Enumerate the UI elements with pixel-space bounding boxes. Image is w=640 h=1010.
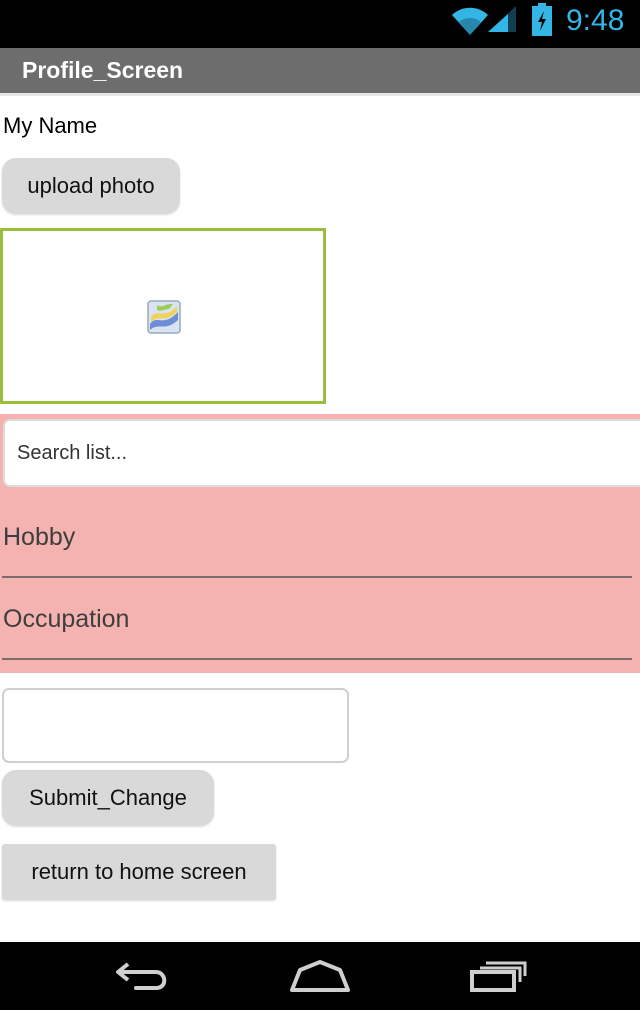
name-label: My Name	[3, 113, 98, 138]
recent-apps-icon[interactable]	[468, 958, 528, 999]
return-home-button[interactable]: return to home screen	[2, 844, 276, 900]
navigation-bar	[0, 942, 640, 1010]
upload-photo-button[interactable]: upload photo	[2, 158, 180, 214]
submit-change-button[interactable]: Submit_Change	[2, 770, 214, 826]
battery-icon	[531, 3, 553, 42]
list-item-label: Occupation	[3, 605, 130, 633]
home-icon[interactable]	[288, 958, 352, 999]
back-icon[interactable]	[114, 958, 172, 999]
status-bar: 9:48	[0, 0, 640, 48]
list-view: Hobby Occupation	[0, 414, 640, 673]
clock: 9:48	[566, 4, 625, 37]
list-item-occupation[interactable]: Occupation	[2, 578, 632, 660]
broken-image-icon	[147, 300, 181, 339]
list-item-hobby[interactable]: Hobby	[2, 496, 632, 578]
wifi-icon	[450, 3, 490, 42]
title-bar: Profile_Screen	[0, 48, 640, 96]
search-input[interactable]	[3, 419, 640, 487]
profile-image[interactable]	[0, 228, 326, 404]
page-title: Profile_Screen	[22, 57, 184, 83]
profile-screen: 9:48 Profile_Screen My Name upload photo…	[0, 0, 640, 1010]
signal-icon	[486, 4, 518, 39]
change-text-field[interactable]	[2, 688, 349, 763]
list-item-label: Hobby	[3, 523, 76, 551]
